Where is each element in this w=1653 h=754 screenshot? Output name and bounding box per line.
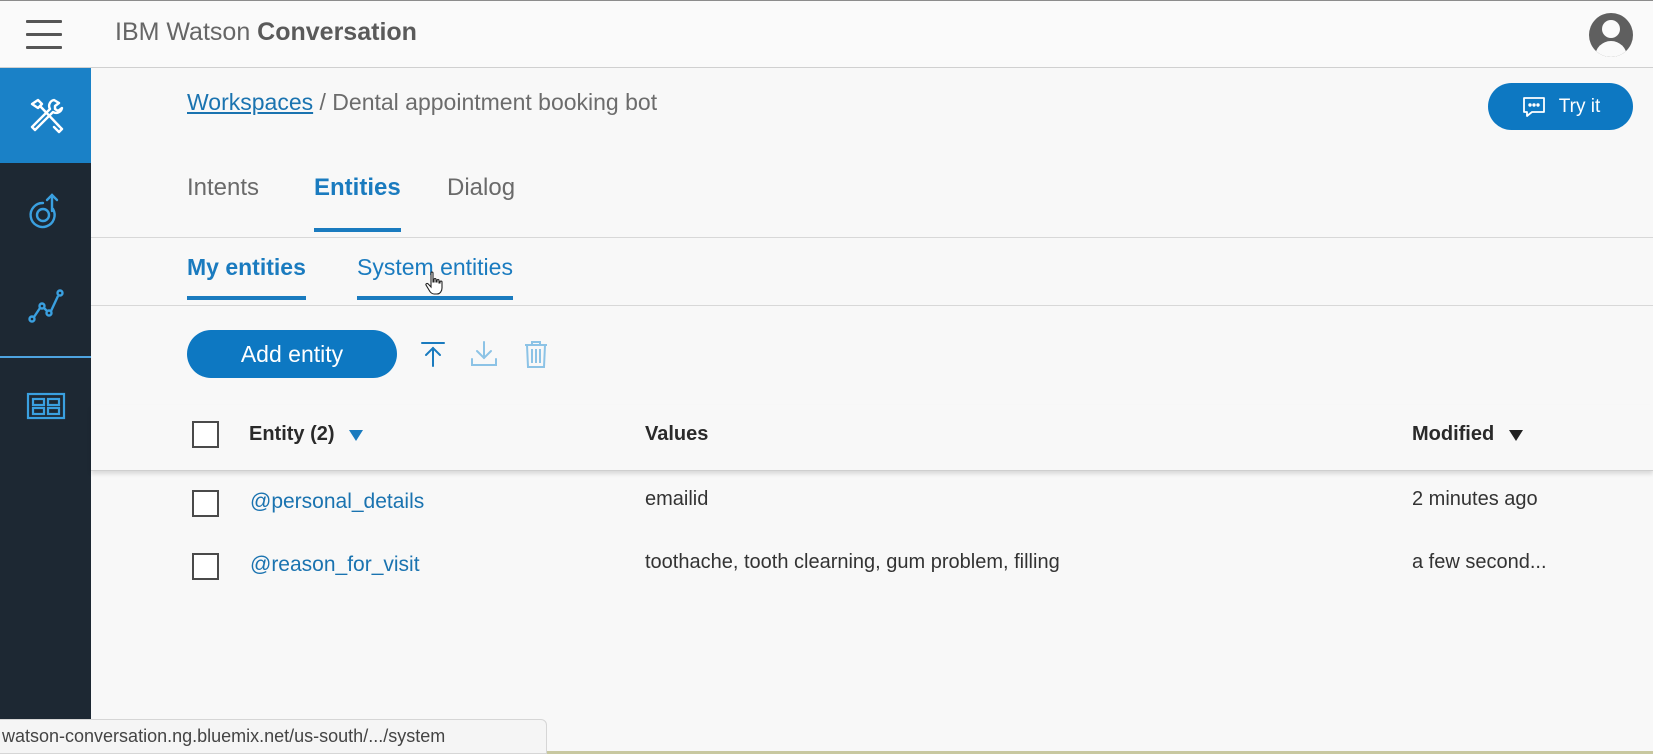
values-column-header: Values (645, 423, 709, 445)
entity-modified: a few second... (1412, 551, 1547, 573)
subtab-my-entities[interactable]: My entities (187, 254, 306, 300)
entity-column-label: Entity (2) (249, 423, 335, 445)
row-checkbox[interactable] (192, 490, 219, 517)
sidebar-item-improve[interactable] (0, 258, 91, 353)
select-all-checkbox[interactable] (192, 421, 219, 448)
entity-subtabs: My entities System entities (91, 238, 1653, 306)
sidebar-item-workspaces[interactable] (0, 358, 91, 453)
tab-intents[interactable]: Intents (187, 174, 259, 228)
entity-values: toothache, tooth clearning, gum problem,… (645, 551, 1060, 573)
hand-cursor-icon (425, 271, 443, 295)
entity-values: emailid (645, 488, 709, 510)
breadcrumb-separator: / (313, 89, 333, 115)
trash-icon[interactable] (521, 339, 551, 369)
table-row[interactable]: @personal_details emailid 2 minutes ago (91, 474, 1653, 534)
upload-icon[interactable] (418, 339, 448, 369)
download-icon[interactable] (469, 339, 499, 369)
entity-modified: 2 minutes ago (1412, 488, 1538, 510)
tools-icon (30, 98, 63, 133)
workspaces-icon (26, 392, 65, 419)
modified-column-label: Modified (1412, 423, 1495, 445)
tab-dialog[interactable]: Dialog (447, 174, 515, 228)
try-it-button[interactable]: Try it (1488, 83, 1633, 130)
sidebar-item-deploy[interactable] (0, 163, 91, 258)
app-title-bold: Conversation (257, 18, 417, 46)
main-tabs: Intents Entities Dialog (91, 160, 1653, 238)
user-avatar-icon[interactable] (1589, 13, 1633, 57)
hamburger-menu-icon[interactable] (26, 20, 62, 50)
breadcrumb-current: Dental appointment booking bot (332, 89, 658, 115)
top-bar: IBM Watson Conversation (0, 0, 1653, 68)
entity-name-link[interactable]: @reason_for_visit (250, 553, 420, 577)
deploy-icon (28, 192, 58, 228)
entity-column-header[interactable]: Entity (2) (249, 423, 364, 446)
table-header: Entity (2) Values Modified (91, 405, 1653, 471)
breadcrumb: Workspaces / Dental appointment booking … (187, 89, 657, 116)
add-entity-button[interactable]: Add entity (187, 330, 397, 378)
breadcrumb-workspaces-link[interactable]: Workspaces (187, 89, 313, 115)
try-it-label: Try it (1558, 95, 1601, 117)
sort-down-icon (349, 429, 364, 441)
app-title: IBM Watson Conversation (115, 18, 417, 47)
tab-entities[interactable]: Entities (314, 174, 401, 232)
browser-status-bar: watson-conversation.ng.bluemix.net/us-so… (0, 719, 547, 754)
chat-bubble-icon (1522, 96, 1545, 117)
table-row[interactable]: @reason_for_visit toothache, tooth clear… (91, 537, 1653, 597)
entity-name-link[interactable]: @personal_details (250, 490, 424, 514)
modified-column-header[interactable]: Modified (1412, 423, 1524, 446)
analytics-icon (27, 288, 64, 323)
row-checkbox[interactable] (192, 553, 219, 580)
sort-down-icon (1508, 429, 1523, 441)
app-title-prefix: IBM Watson (115, 18, 258, 46)
sidebar-item-build[interactable] (0, 68, 91, 163)
sidebar (0, 68, 91, 754)
